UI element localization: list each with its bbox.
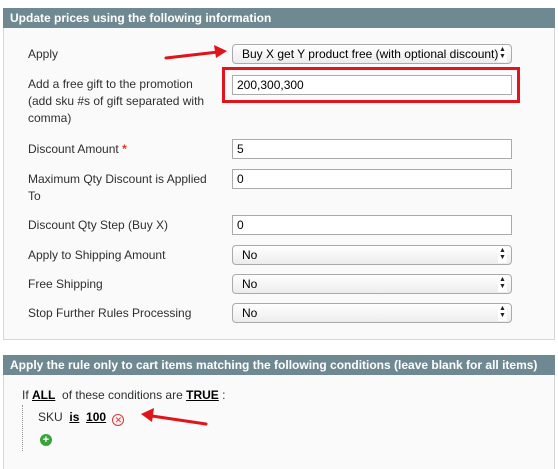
max-qty-discount-input[interactable]: 0 bbox=[232, 169, 512, 189]
free-shipping-select-value: No bbox=[242, 277, 258, 291]
condition-row: SKU is 100 ✕ bbox=[38, 410, 125, 426]
condition-operator-link[interactable]: is bbox=[69, 410, 79, 424]
required-mark: * bbox=[122, 142, 127, 156]
annotation-arrow-apply bbox=[164, 45, 227, 60]
apply-select-value: Buy X get Y product free (with optional … bbox=[242, 47, 499, 61]
free-shipping-select[interactable]: No ▲ ▼ bbox=[232, 274, 512, 294]
updown-arrows-icon: ▲ ▼ bbox=[498, 305, 507, 321]
condition-value-link[interactable]: 100 bbox=[86, 410, 106, 424]
conditions-tree-line bbox=[22, 405, 24, 451]
apply-to-shipping-select[interactable]: No ▲ ▼ bbox=[232, 245, 512, 265]
actions-section-title: Update prices using the following inform… bbox=[10, 11, 272, 25]
updown-arrows-icon: ▲ ▼ bbox=[498, 276, 507, 292]
free-gift-label-line2: (add sku #s of gift separated with bbox=[28, 94, 205, 108]
max-qty-discount-label-line2: To bbox=[28, 189, 41, 203]
discount-qty-step-label: Discount Qty Step (Buy X) bbox=[28, 218, 169, 232]
apply-to-shipping-select-value: No bbox=[242, 248, 258, 262]
updown-arrows-icon: ▲ ▼ bbox=[498, 46, 507, 62]
apply-to-shipping-label: Apply to Shipping Amount bbox=[28, 248, 166, 262]
apply-select[interactable]: Buy X get Y product free (with optional … bbox=[232, 44, 512, 64]
discount-qty-step-input-value: 0 bbox=[237, 218, 244, 232]
stop-further-rules-label: Stop Further Rules Processing bbox=[28, 306, 192, 320]
discount-amount-label: Discount Amount * bbox=[28, 141, 127, 158]
annotation-arrow-sku bbox=[141, 408, 208, 426]
aggregator-value-link[interactable]: TRUE bbox=[186, 388, 219, 402]
max-qty-discount-label-line1: Maximum Qty Discount is Applied bbox=[28, 172, 207, 186]
discount-amount-input-value: 5 bbox=[237, 142, 244, 156]
conditions-if-text: If bbox=[22, 388, 29, 402]
conditions-section-title: Apply the rule only to cart items matchi… bbox=[10, 358, 538, 372]
annotation-highlight-box bbox=[222, 67, 520, 103]
max-qty-discount-input-value: 0 bbox=[237, 172, 244, 186]
add-condition-icon[interactable]: + bbox=[40, 434, 52, 446]
free-shipping-label: Free Shipping bbox=[28, 277, 103, 291]
conditions-colon: : bbox=[222, 388, 226, 402]
stop-further-rules-select[interactable]: No ▲ ▼ bbox=[232, 303, 512, 323]
remove-condition-icon[interactable]: ✕ bbox=[112, 414, 125, 426]
updown-arrows-icon: ▲ ▼ bbox=[498, 247, 507, 263]
conditions-section-header: Apply the rule only to cart items matchi… bbox=[3, 355, 555, 375]
stop-further-rules-select-value: No bbox=[242, 306, 258, 320]
discount-qty-step-input[interactable]: 0 bbox=[232, 215, 512, 235]
conditions-sentence: If ALL of these conditions are TRUE : bbox=[22, 388, 225, 402]
apply-label: Apply bbox=[28, 47, 59, 61]
condition-attribute: SKU bbox=[38, 410, 63, 424]
free-gift-label-line1: Add a free gift to the promotion bbox=[28, 77, 193, 91]
free-gift-label: Add a free gift to the promotion (add sk… bbox=[28, 76, 204, 127]
actions-section-header: Update prices using the following inform… bbox=[3, 8, 555, 28]
max-qty-discount-label: Maximum Qty Discount is Applied To bbox=[28, 171, 207, 205]
conditions-middle-text: of these conditions are bbox=[62, 388, 183, 402]
discount-amount-label-text: Discount Amount bbox=[28, 142, 119, 156]
aggregator-link[interactable]: ALL bbox=[32, 388, 55, 402]
discount-amount-input[interactable]: 5 bbox=[232, 139, 512, 159]
free-gift-label-line3: comma) bbox=[28, 111, 72, 125]
